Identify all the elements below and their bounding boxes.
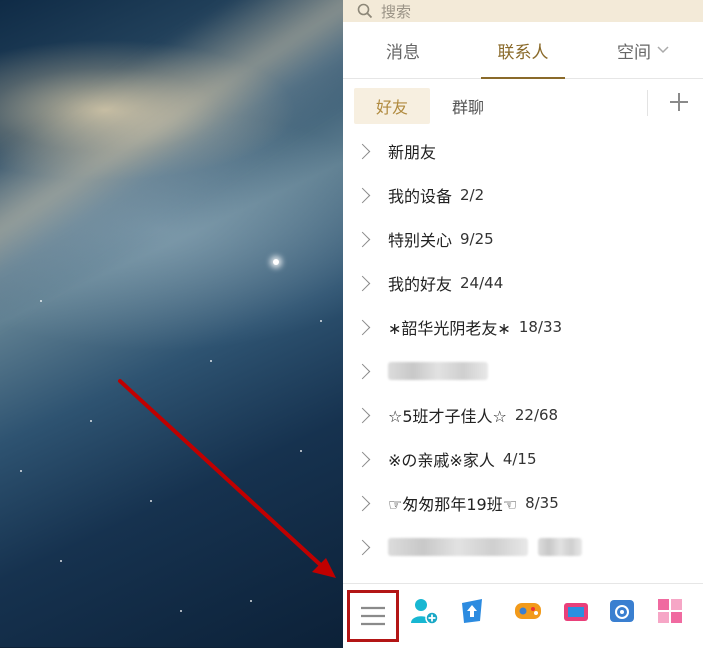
chevron-right-icon: [354, 187, 371, 203]
contact-subtabs: 好友 群聊: [343, 79, 703, 133]
group-name: ☆5班才子佳人☆: [388, 407, 507, 426]
star: [250, 600, 252, 602]
contact-group-row[interactable]: 新朋友: [343, 129, 703, 173]
qq-contacts-panel: 搜索 消息 联系人 空间 好友 群聊 新朋友 我的设备 2/2 特别关心 9/2…: [343, 0, 703, 648]
group-count: 2/2: [460, 186, 485, 204]
apps-icon: [658, 599, 682, 623]
search-bar[interactable]: 搜索: [343, 0, 703, 22]
tab-contacts[interactable]: 联系人: [463, 22, 583, 79]
contact-group-row[interactable]: ☞匆匆那年19班☜ 8/35: [343, 481, 703, 525]
blurred-group-count: [538, 538, 582, 556]
group-count: 24/44: [460, 274, 504, 292]
weiyun-icon: [610, 600, 634, 622]
star: [60, 560, 62, 562]
chevron-right-icon: [354, 231, 371, 247]
group-name: ※の亲戚※家人: [388, 451, 495, 470]
tab-label: 消息: [386, 42, 420, 63]
bright-star: [273, 259, 279, 265]
galaxy-band: [0, 0, 343, 347]
tab-space[interactable]: 空间: [583, 22, 703, 78]
add-contact-button[interactable]: [407, 594, 441, 628]
game-icon: [515, 603, 541, 619]
chevron-right-icon: [354, 363, 371, 379]
star: [90, 420, 92, 422]
search-icon: [357, 3, 373, 19]
contact-group-row[interactable]: 特别关心 9/25: [343, 217, 703, 261]
weiyun-button[interactable]: [605, 594, 639, 628]
chevron-down-icon: [657, 43, 669, 58]
chevron-right-icon: [354, 539, 371, 555]
blurred-group-name: [388, 538, 528, 556]
bottom-toolbar: [343, 583, 703, 648]
screenshot-button[interactable]: [559, 594, 593, 628]
group-count: 22/68: [514, 406, 559, 424]
group-name: 我的设备: [388, 187, 453, 206]
main-tabs: 消息 联系人 空间: [343, 22, 703, 79]
star: [150, 500, 152, 502]
star: [40, 300, 42, 302]
menu-button[interactable]: [347, 590, 399, 642]
group-count: 9/25: [460, 230, 494, 248]
subtab-groups[interactable]: 群聊: [430, 88, 506, 124]
menu-icon: [361, 606, 385, 626]
blurred-group-name: [388, 362, 488, 380]
game-button[interactable]: [511, 594, 545, 628]
screenshot-icon: [564, 603, 588, 621]
star: [20, 470, 22, 472]
contact-group-row-blurred[interactable]: [343, 525, 703, 569]
divider: [647, 90, 648, 116]
chevron-right-icon: [354, 275, 371, 291]
tab-label: 空间: [617, 42, 651, 63]
contact-group-row-blurred[interactable]: [343, 349, 703, 393]
search-placeholder: 搜索: [381, 2, 412, 21]
chevron-right-icon: [354, 407, 371, 423]
chevron-right-icon: [354, 143, 371, 159]
chevron-right-icon: [354, 319, 371, 335]
star: [180, 610, 182, 612]
upload-button[interactable]: [455, 594, 489, 628]
add-contact-icon: [411, 599, 439, 625]
upload-icon: [462, 599, 482, 623]
subtab-friends[interactable]: 好友: [354, 88, 431, 124]
contact-group-row[interactable]: ☆5班才子佳人☆ 22/68: [343, 393, 703, 437]
chevron-right-icon: [354, 451, 371, 467]
star: [300, 450, 302, 452]
contact-group-row[interactable]: 我的好友 24/44: [343, 261, 703, 305]
star: [210, 360, 212, 362]
group-name: 特别关心: [388, 231, 453, 250]
group-name: 新朋友: [388, 143, 437, 162]
star: [320, 320, 322, 322]
desktop-wallpaper: [0, 0, 343, 647]
contact-group-row[interactable]: 我的设备 2/2: [343, 173, 703, 217]
group-name: ☞匆匆那年19班☜: [388, 495, 518, 514]
group-name: ∗韶华光阴老友∗: [388, 319, 511, 338]
contact-group-list: 新朋友 我的设备 2/2 特别关心 9/25 我的好友 24/44 ∗韶华光阴老…: [343, 129, 703, 581]
group-count: 8/35: [525, 494, 559, 512]
contact-group-row[interactable]: ※の亲戚※家人 4/15: [343, 437, 703, 481]
group-count: 4/15: [502, 450, 537, 468]
plus-icon[interactable]: [669, 92, 689, 115]
tab-label: 联系人: [497, 42, 549, 63]
group-count: 18/33: [518, 318, 563, 336]
group-name: 我的好友: [388, 275, 453, 294]
chevron-right-icon: [354, 495, 371, 511]
contact-group-row[interactable]: ∗韶华光阴老友∗ 18/33: [343, 305, 703, 349]
tab-messages[interactable]: 消息: [343, 22, 463, 78]
apps-button[interactable]: [653, 594, 687, 628]
